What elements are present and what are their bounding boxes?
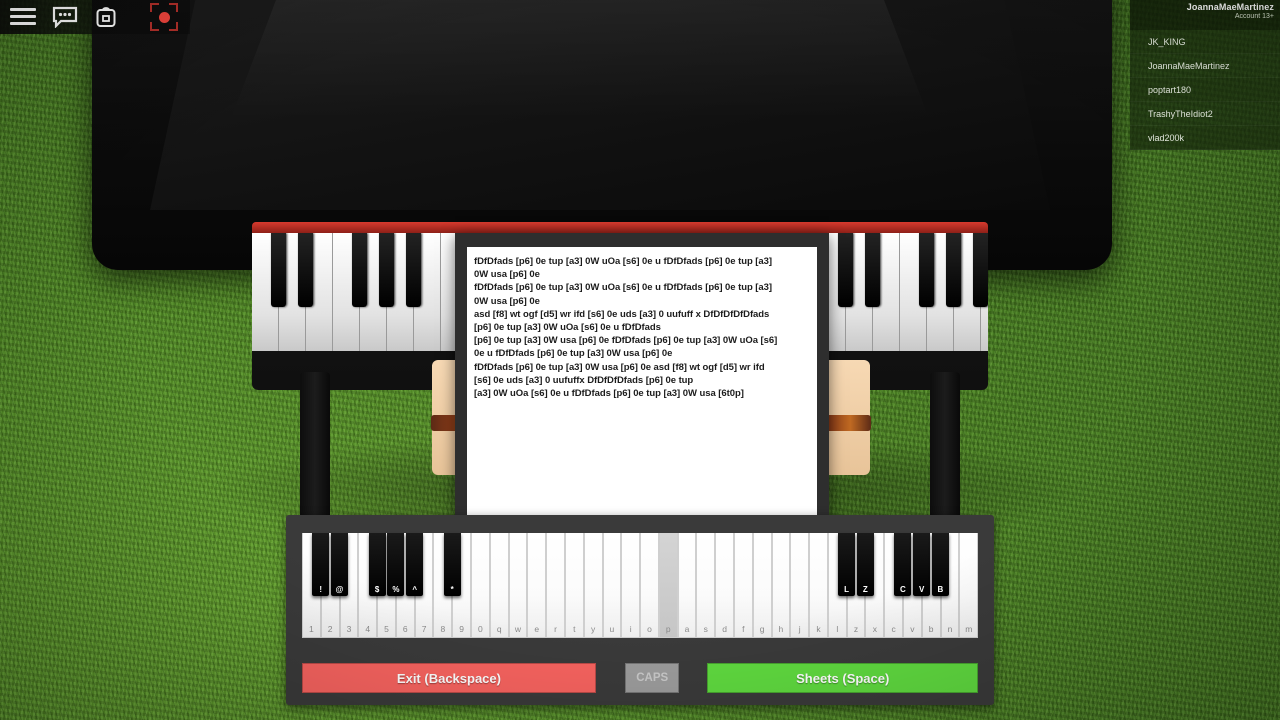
sheet-music-line: [p6] 0e tup [a3] 0W usa [p6] 0e fDfDfads…: [474, 335, 778, 347]
piano-white-key-f[interactable]: f: [733, 533, 753, 638]
player-rows: JK_KING JoannaMaeMartinez poptart180 Trashy…: [1130, 30, 1280, 150]
piano-black-key-*[interactable]: *: [443, 533, 461, 596]
piano-3d-black-key: [352, 233, 367, 307]
sheet-music-line: asd [f8] wt ogf [d5] wr ifd [s6] 0e uds …: [474, 308, 770, 320]
backpack-icon[interactable]: [94, 6, 120, 28]
piano-black-key-%[interactable]: %: [387, 533, 405, 596]
piano-white-key-w[interactable]: w: [508, 533, 528, 638]
player-list-header: JoannaMaeMartinez Account 13+: [1130, 0, 1280, 30]
piano-white-key-a[interactable]: a: [677, 533, 697, 638]
piano-leg-left: [300, 372, 330, 522]
player-list-item[interactable]: TrashyTheIdiot2: [1130, 102, 1280, 126]
piano-black-key-![interactable]: !: [312, 533, 330, 596]
piano-white-key-m[interactable]: m: [959, 533, 979, 638]
piano-black-key-$[interactable]: $: [368, 533, 386, 596]
piano-3d-black-key: [973, 233, 988, 307]
piano-ui-panel: 1 2 3 4 5 6 7 8 9 0 q w e r t y u i o p a s d f g h j k l z x c v b n m! @ $%…: [286, 515, 994, 705]
piano-3d-black-key: [271, 233, 286, 307]
exit-button[interactable]: Exit (Backspace): [302, 663, 596, 693]
chat-bubble-icon[interactable]: [52, 6, 78, 29]
sheet-music-line: fDfDfads [p6] 0e tup [a3] 0W uOa [s6] 0e…: [474, 282, 772, 294]
piano-white-key-r[interactable]: r: [546, 533, 565, 638]
piano-white-key-o[interactable]: o: [640, 533, 659, 638]
piano-black-key-Z[interactable]: Z: [856, 533, 874, 596]
piano-felt-strip: [252, 222, 988, 233]
player-list-item[interactable]: JK_KING: [1130, 30, 1280, 54]
piano-white-key-k[interactable]: k: [809, 533, 828, 638]
piano-3d-black-key: [946, 233, 961, 307]
game-screen: JoannaMaeMartinez Account 13+ JK_KING Joa…: [0, 0, 1280, 720]
sheet-music-line: fDfDfads [p6] 0e tup [a3] 0W uOa [s6] 0e…: [474, 256, 772, 267]
piano-white-key-q[interactable]: q: [489, 533, 509, 638]
sheet-music-line: fDfDfads [p6] 0e tup [a3] 0W usa [p6] 0e…: [474, 361, 765, 373]
piano-white-key-s[interactable]: s: [696, 533, 716, 638]
piano-3d-black-key: [838, 233, 853, 307]
sheets-button[interactable]: Sheets (Space): [707, 663, 978, 693]
piano-white-key-d[interactable]: d: [715, 533, 734, 638]
piano-black-key-C[interactable]: C: [894, 533, 912, 596]
piano-white-key-p[interactable]: p: [658, 533, 678, 638]
piano-white-key-j[interactable]: j: [790, 533, 810, 638]
piano-white-key-u[interactable]: u: [602, 533, 622, 638]
player-list-item[interactable]: poptart180: [1130, 78, 1280, 102]
piano-black-key-L[interactable]: L: [838, 533, 856, 596]
piano-white-key-e[interactable]: e: [527, 533, 547, 638]
piano-button-row: Exit (Backspace) CAPS Sheets (Space): [302, 663, 978, 693]
player-list-item[interactable]: vlad200k: [1130, 126, 1280, 150]
piano-3d-black-key: [919, 233, 934, 307]
piano-white-key-t[interactable]: t: [564, 533, 584, 638]
account-type: Account 13+: [1234, 13, 1274, 20]
sheet-music-line: 0e u fDfDfads [p6] 0e tup [a3] 0W usa [p…: [474, 348, 673, 360]
piano-black-key-^[interactable]: ^: [406, 533, 424, 596]
account-name: JoannaMaeMartinez: [1186, 2, 1274, 12]
player-list-item[interactable]: JoannaMaeMartinez: [1130, 54, 1280, 78]
piano-black-key-@[interactable]: @: [331, 533, 349, 596]
piano-white-key-i[interactable]: i: [621, 533, 641, 638]
piano-white-key-g[interactable]: g: [752, 533, 772, 638]
player-list: JoannaMaeMartinez Account 13+ JK_KING Joa…: [1130, 0, 1280, 150]
piano-3d-black-key: [406, 233, 421, 307]
piano-white-key-h[interactable]: h: [771, 533, 791, 638]
record-capture-icon[interactable]: [148, 1, 180, 33]
piano-white-key-y[interactable]: y: [583, 533, 603, 638]
sheet-music-text: fDfDfads [p6] 0e tup [a3] 0W uOa [s6] 0e…: [474, 255, 810, 400]
sheet-music-line: 0W usa [p6] 0e: [474, 295, 540, 307]
caps-button[interactable]: CAPS: [624, 663, 680, 693]
piano-keyboard[interactable]: 1 2 3 4 5 6 7 8 9 0 q w e r t y u i o p a s d f g h j k l z x c v b n m! @ $%…: [302, 533, 979, 638]
piano-leg-right: [930, 372, 960, 522]
piano-white-key-0[interactable]: 0: [471, 533, 490, 638]
piano-3d-black-key: [379, 233, 394, 307]
sheet-music-line: [a3] 0W uOa [s6] 0e u fDfDfads [p6] 0e t…: [474, 388, 744, 400]
piano-3d-black-key: [298, 233, 313, 307]
sheet-music-line: [p6] 0e tup [a3] 0W uOa [s6] 0e u fDfDfa…: [474, 322, 661, 334]
piano-black-key-V[interactable]: V: [913, 533, 931, 596]
sheet-music-line: 0W usa [p6] 0e: [474, 269, 540, 281]
piano-3d-black-key: [865, 233, 880, 307]
piano-lid-shine: [230, 0, 930, 120]
sheet-music-line: [s6] 0e uds [a3] 0 uufuffx DfDfDfDfads […: [474, 374, 694, 386]
piano-black-key-B[interactable]: B: [931, 533, 949, 596]
hamburger-menu-icon[interactable]: [10, 6, 36, 28]
